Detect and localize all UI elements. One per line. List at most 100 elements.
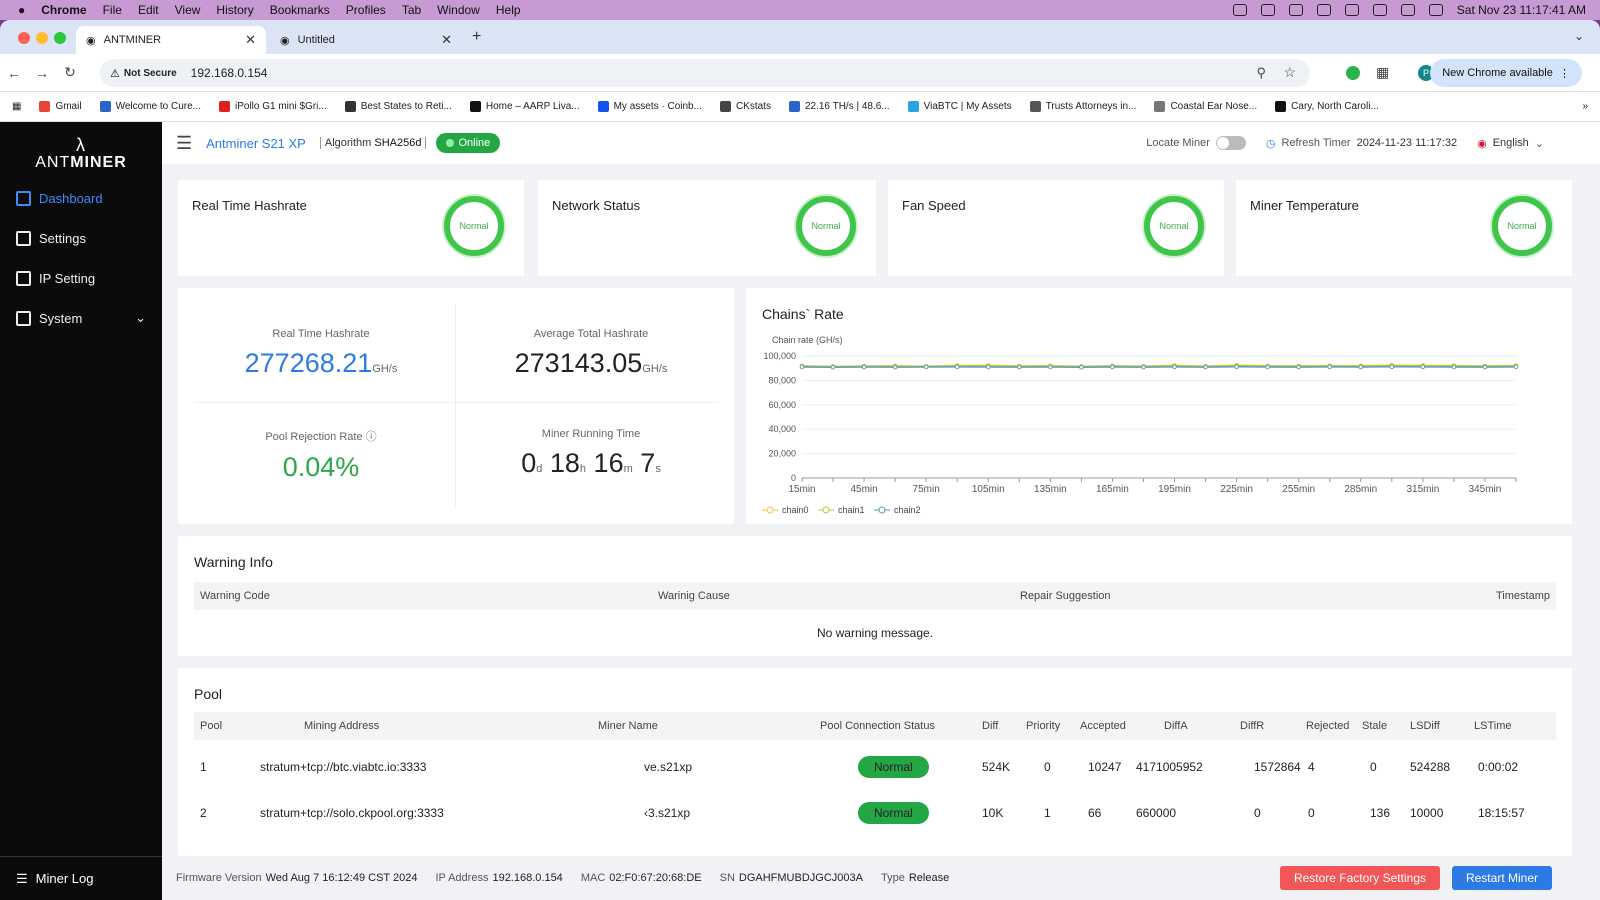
- timemachine-icon[interactable]: [1316, 4, 1331, 16]
- language-select[interactable]: English: [1493, 137, 1529, 149]
- menu-view[interactable]: View: [175, 3, 201, 17]
- restore-factory-button[interactable]: Restore Factory Settings: [1279, 866, 1440, 890]
- status-ring: Normal: [796, 196, 856, 256]
- sidebar-item-label: Settings: [39, 230, 86, 246]
- status-ring-text: Normal: [459, 221, 489, 231]
- pool-cell: 1: [1044, 806, 1051, 820]
- tab-untitled[interactable]: ◉ Untitled ✕: [270, 26, 462, 54]
- sync-icon[interactable]: [1260, 4, 1275, 16]
- more-bookmarks-icon[interactable]: »: [1582, 101, 1588, 112]
- col-timestamp: Timestamp: [1496, 590, 1550, 602]
- menu-tab[interactable]: Tab: [402, 3, 421, 17]
- antminer-logo: λ ANTMINER: [35, 135, 127, 171]
- bookmark-item[interactable]: CKstats: [719, 101, 771, 112]
- warning-icon[interactable]: ⚠: [110, 67, 120, 80]
- col-warning-cause: Warinig Cause: [658, 590, 730, 602]
- minutes-value: 16: [593, 448, 624, 478]
- puzzle-icon[interactable]: ▦: [1376, 64, 1389, 81]
- bookmark-item[interactable]: Cary, North Caroli...: [1275, 101, 1379, 112]
- sidebar-item-settings[interactable]: Settings: [0, 218, 162, 258]
- bookmark-item[interactable]: Home – AARP Liva...: [469, 101, 580, 112]
- bookmark-item[interactable]: Trusts Attorneys in...: [1029, 101, 1137, 112]
- new-chrome-button[interactable]: New Chrome available ⋮: [1430, 59, 1582, 87]
- extension-icon[interactable]: [1346, 66, 1360, 80]
- data-point: [799, 364, 805, 370]
- chevron-down-icon[interactable]: ⌄: [1535, 137, 1544, 150]
- info-icon[interactable]: ⓘ: [366, 431, 377, 443]
- tab-strip: ◉ ANTMINER ✕ ◉ Untitled ✕ + ⌄: [0, 20, 1600, 54]
- back-icon[interactable]: ←: [0, 65, 28, 81]
- menu-profiles[interactable]: Profiles: [346, 3, 386, 17]
- star-icon[interactable]: ☆: [1283, 64, 1296, 81]
- sidebar-item-dashboard[interactable]: Dashboard: [0, 178, 162, 218]
- close-tab-icon[interactable]: ✕: [441, 32, 452, 48]
- kebab-menu-icon[interactable]: ⋮: [1559, 67, 1570, 80]
- y-axis-label: Chain rate (GH/s): [772, 335, 843, 345]
- sidebar-item-ip-setting[interactable]: IP Setting: [0, 258, 162, 298]
- bookmark-item[interactable]: ViaBTC | My Assets: [907, 101, 1012, 112]
- sidebar: λ ANTMINER Dashboard Settings IP Setting…: [0, 122, 162, 900]
- metric-unit: GH/s: [372, 363, 398, 375]
- bookmark-item[interactable]: Best States to Reti...: [344, 101, 452, 112]
- pool-cell: 0: [1044, 760, 1051, 774]
- sliders-icon: [16, 270, 31, 286]
- bookmark-item[interactable]: iPollo G1 mini $Gri...: [218, 101, 327, 112]
- favicon-icon: [1154, 101, 1166, 112]
- menu-history[interactable]: History: [216, 3, 253, 17]
- bookmark-label: Trusts Attorneys in...: [1045, 101, 1137, 112]
- new-tab-icon[interactable]: +: [472, 28, 481, 46]
- hamburger-icon[interactable]: ☰: [176, 133, 192, 154]
- bookmark-item[interactable]: My assets · Coinb...: [597, 101, 702, 112]
- apple-icon[interactable]: ●: [18, 3, 25, 17]
- security-label[interactable]: Not Secure: [124, 68, 177, 79]
- legend-marker: [822, 506, 830, 514]
- url-text[interactable]: 192.168.0.154: [191, 66, 268, 80]
- stat-card-fan: Fan Speed Normal: [888, 180, 1224, 276]
- apps-grid-icon[interactable]: ▦: [12, 101, 21, 112]
- locate-miner-toggle[interactable]: [1215, 136, 1246, 150]
- sidebar-item-system[interactable]: System ⌄: [0, 298, 162, 338]
- bookmark-item[interactable]: 22.16 TH/s | 48.6...: [788, 101, 890, 112]
- search-icon[interactable]: [1400, 4, 1415, 16]
- chevron-down-icon[interactable]: ⌄: [135, 310, 146, 326]
- pool-col-header: LSDiff: [1410, 720, 1440, 732]
- y-tick-label: 80,000: [768, 375, 796, 385]
- tab-search-icon[interactable]: ⌄: [1574, 29, 1584, 43]
- legend-marker: [878, 506, 886, 514]
- menu-file[interactable]: File: [103, 3, 122, 17]
- tab-antminer[interactable]: ◉ ANTMINER ✕: [76, 26, 266, 54]
- data-point: [923, 364, 929, 370]
- legend-label[interactable]: chain0: [782, 505, 809, 515]
- menu-window[interactable]: Window: [437, 3, 480, 17]
- miner-model: Antminer S21 XP: [206, 135, 306, 151]
- zoom-icon[interactable]: ⚲: [1256, 65, 1266, 81]
- battery-icon[interactable]: [1288, 4, 1303, 16]
- wifi-icon[interactable]: [1372, 4, 1387, 16]
- close-window-button[interactable]: [18, 32, 30, 44]
- control-center-icon[interactable]: [1428, 4, 1443, 16]
- reload-icon[interactable]: ↻: [56, 64, 84, 81]
- menu-bookmarks[interactable]: Bookmarks: [270, 3, 330, 17]
- zoom-window-button[interactable]: [54, 32, 66, 44]
- menu-help[interactable]: Help: [496, 3, 521, 17]
- legend-label[interactable]: chain2: [894, 505, 921, 515]
- forward-icon[interactable]: →: [28, 65, 56, 81]
- menu-clock[interactable]: Sat Nov 23 11:17:41 AM: [1457, 3, 1586, 17]
- menu-app[interactable]: Chrome: [41, 3, 86, 17]
- firmware-caption: Firmware Version: [176, 872, 262, 884]
- restart-miner-button[interactable]: Restart Miner: [1451, 866, 1552, 890]
- location-icon[interactable]: [1232, 4, 1247, 16]
- volume-icon[interactable]: [1344, 4, 1359, 16]
- bookmark-item[interactable]: Welcome to Cure...: [99, 101, 201, 112]
- x-tick-label: 285min: [1344, 484, 1377, 495]
- close-tab-icon[interactable]: ✕: [245, 32, 256, 48]
- bookmark-item[interactable]: Coastal Ear Nose...: [1154, 101, 1257, 112]
- legend-label[interactable]: chain1: [838, 505, 865, 515]
- data-point: [1234, 364, 1239, 370]
- address-bar[interactable]: ⚠ Not Secure 192.168.0.154 ⚲ ☆: [100, 59, 1310, 87]
- minimize-window-button[interactable]: [36, 32, 48, 44]
- y-tick-label: 20,000: [768, 449, 796, 459]
- menu-edit[interactable]: Edit: [138, 3, 159, 17]
- bookmark-item[interactable]: Gmail: [39, 101, 82, 112]
- miner-log-button[interactable]: ☰ Miner Log: [0, 856, 162, 900]
